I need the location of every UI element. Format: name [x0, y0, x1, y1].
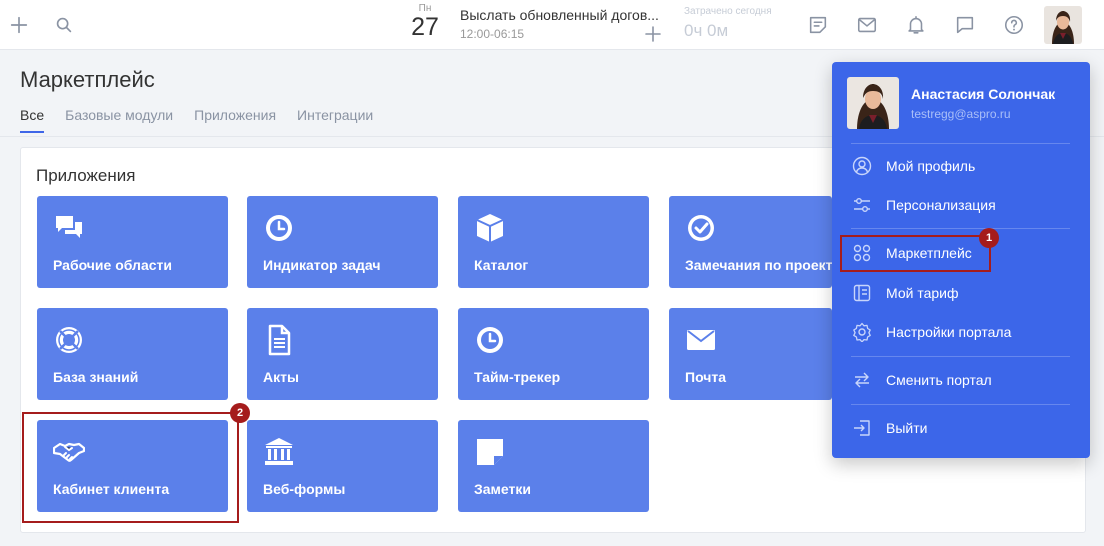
app-tile-label: Замечания по проектам	[685, 257, 832, 273]
chat-bubbles-icon	[52, 211, 86, 245]
time-spent-label: Затрачено сегодня	[684, 6, 772, 17]
app-tile-workspaces[interactable]: Рабочие области	[37, 196, 228, 288]
menu-item-profile[interactable]: Мой профиль	[851, 151, 1071, 181]
app-tile-label: Веб-формы	[263, 481, 346, 497]
tabs: Все Базовые модули Приложения Интеграции	[20, 107, 394, 133]
menu-item-label: Выйти	[886, 420, 928, 436]
app-tile-project-remarks[interactable]: Замечания по проектам	[669, 196, 832, 288]
help-icon[interactable]	[1002, 13, 1026, 37]
menu-item-label: Мой профиль	[886, 158, 976, 174]
notes-icon[interactable]	[806, 13, 830, 37]
menu-item-personalization[interactable]: Персонализация	[851, 190, 1071, 220]
highlight-marketplace	[840, 235, 991, 272]
app-tile-catalog[interactable]: Каталог	[458, 196, 649, 288]
app-tile-mail[interactable]: Почта	[669, 308, 832, 400]
gear-icon	[851, 321, 873, 343]
mail-icon[interactable]	[855, 13, 879, 37]
tab-base-modules[interactable]: Базовые модули	[65, 107, 173, 133]
app-tile-acts[interactable]: Акты	[247, 308, 438, 400]
user-circle-icon	[851, 155, 873, 177]
menu-item-logout[interactable]: Выйти	[851, 413, 1071, 443]
app-tile-knowledge-base[interactable]: База знаний	[37, 308, 228, 400]
menu-divider	[851, 404, 1070, 405]
logout-icon	[851, 417, 873, 439]
app-tile-label: База знаний	[53, 369, 139, 385]
check-circle-icon	[684, 211, 718, 245]
event-title[interactable]: Выслать обновленный догов...	[460, 7, 659, 23]
tariff-icon	[851, 282, 873, 304]
chat-icon[interactable]	[953, 13, 977, 37]
sliders-icon	[851, 194, 873, 216]
menu-item-label: Персонализация	[886, 197, 996, 213]
app-tile-label: Акты	[263, 369, 299, 385]
menu-item-label: Мой тариф	[886, 285, 959, 301]
box-icon	[473, 211, 507, 245]
time-spent-value: 0ч 0м	[684, 21, 729, 40]
menu-item-label: Сменить портал	[886, 372, 992, 388]
user-name: Анастасия Солончак	[911, 86, 1056, 102]
step-badge-1: 1	[979, 228, 999, 248]
app-tile-label: Рабочие области	[53, 257, 172, 273]
envelope-icon	[684, 323, 718, 357]
search-icon[interactable]	[52, 13, 76, 37]
top-bar: Пн 27 Выслать обновленный догов... 12:00…	[0, 0, 1104, 50]
note-icon	[473, 435, 507, 469]
bank-icon	[262, 435, 296, 469]
menu-item-portal-settings[interactable]: Настройки портала	[851, 317, 1071, 347]
app-tile-label: Заметки	[474, 481, 531, 497]
event-time: 12:00-06:15	[460, 27, 525, 41]
add-icon[interactable]	[7, 13, 31, 37]
app-tile-label: Почта	[685, 369, 727, 385]
menu-item-switch-portal[interactable]: Сменить портал	[851, 365, 1071, 395]
app-tile-web-forms[interactable]: Веб-формы	[247, 420, 438, 512]
app-tile-label: Индикатор задач	[263, 257, 381, 273]
user-avatar	[847, 77, 899, 129]
step-badge-2: 2	[230, 403, 250, 423]
menu-divider	[851, 143, 1070, 144]
clock-icon	[473, 323, 507, 357]
swap-arrows-icon	[851, 369, 873, 391]
bell-icon[interactable]	[904, 13, 928, 37]
section-title: Приложения	[36, 166, 136, 185]
app-tile-notes[interactable]: Заметки	[458, 420, 649, 512]
menu-divider	[851, 356, 1070, 357]
highlight-client-cabinet	[22, 412, 239, 523]
tab-integrations[interactable]: Интеграции	[297, 107, 373, 133]
document-icon	[262, 323, 296, 357]
tab-applications[interactable]: Приложения	[194, 107, 276, 133]
app-tile-task-indicator[interactable]: Индикатор задач	[247, 196, 438, 288]
user-email: testregg@aspro.ru	[911, 107, 1011, 121]
avatar[interactable]	[1044, 6, 1082, 44]
menu-divider	[851, 228, 1070, 229]
menu-item-label: Настройки портала	[886, 324, 1012, 340]
tab-all[interactable]: Все	[20, 107, 45, 133]
app-tile-time-tracker[interactable]: Тайм-трекер	[458, 308, 649, 400]
menu-item-tariff[interactable]: Мой тариф	[851, 278, 1071, 308]
lifebuoy-icon	[52, 323, 86, 357]
app-tile-label: Каталог	[474, 257, 529, 273]
calendar-date[interactable]: Пн 27	[409, 3, 441, 40]
clock-icon	[262, 211, 296, 245]
page-title: Маркетплейс	[20, 67, 155, 92]
date-day: 27	[411, 13, 439, 41]
add-event-icon[interactable]	[644, 25, 662, 43]
app-tile-label: Тайм-трекер	[474, 369, 561, 385]
